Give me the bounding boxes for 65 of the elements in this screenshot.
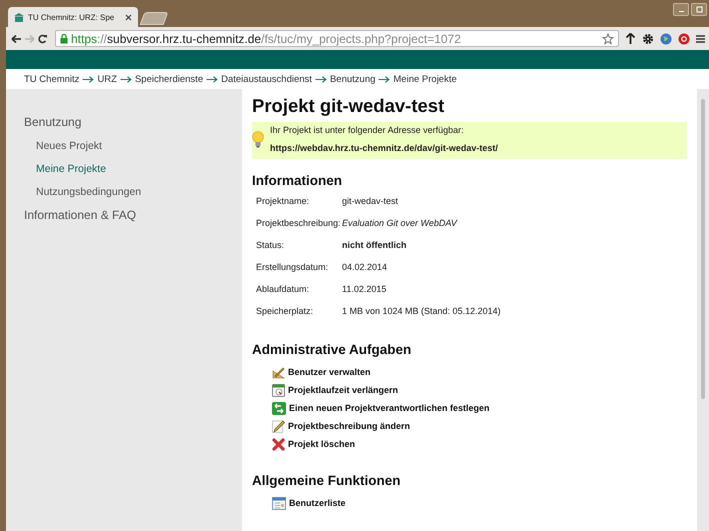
address-bar[interactable]: https://subversor.hrz.tu-chemnitz.de/fs/tuc/my_projects.php?project=1072 — [55, 30, 619, 47]
webdav-url: https://webdav.hrz.tu-chemnitz.de/dav/git-wedav-test/ — [270, 143, 498, 153]
info-label: Projektbeschreibung: — [256, 218, 342, 228]
action-link[interactable]: Projektbeschreibung ändern — [288, 421, 410, 431]
calendar-icon — [272, 384, 285, 396]
lock-icon — [60, 34, 68, 44]
info-value: Evaluation Git over WebDAV — [342, 218, 457, 228]
breadcrumb-link[interactable]: Speicherdienste — [134, 74, 204, 84]
scrollbar[interactable] — [701, 99, 705, 399]
info-label: Status: — [256, 240, 286, 250]
close-icon[interactable] — [125, 14, 132, 20]
browser-tab[interactable]: TU Chemnitz: URZ: Spe — [8, 7, 138, 27]
info-label: Projektname: — [256, 196, 310, 206]
breadcrumb-link[interactable]: Meine Projekte — [393, 74, 457, 84]
maximize-icon — [696, 6, 702, 13]
action-link[interactable]: Projekt löschen — [288, 439, 356, 449]
section-heading: Informationen — [252, 173, 343, 188]
sidebar-subitem[interactable]: Nutzungsbedingungen — [24, 181, 242, 204]
info-label: Erstellungsdatum: — [256, 262, 330, 272]
pencil-ruler-icon — [272, 366, 285, 378]
action-link[interactable]: Benutzerliste — [289, 498, 346, 508]
stop-sign-icon[interactable] — [678, 32, 690, 44]
sidebar-subitem[interactable]: Meine Projekte — [24, 158, 242, 181]
arrow-icon — [82, 76, 94, 82]
info-label: Speicherplatz: — [256, 306, 314, 316]
info-value: 1 MB von 1024 MB (Stand: 05.12.2014) — [342, 306, 501, 316]
new-tab-button[interactable] — [140, 12, 168, 25]
breadcrumb-link[interactable]: Benutzung — [330, 74, 376, 84]
upload-arrow-icon[interactable] — [625, 32, 636, 45]
minimize-button[interactable] — [673, 3, 689, 16]
breadcrumb-link[interactable]: Dateiaustauschdienst — [221, 74, 312, 84]
pencil-icon — [272, 420, 285, 432]
arrow-icon — [120, 76, 132, 82]
info-value: 11.02.2015 — [342, 284, 386, 294]
settings-icon[interactable] — [642, 32, 654, 44]
sidebar-item[interactable]: Benutzung — [24, 111, 242, 133]
lightbulb-icon — [252, 130, 264, 148]
menu-icon[interactable] — [696, 34, 705, 44]
info-value: 04.02.2014 — [342, 262, 388, 272]
back-icon[interactable] — [10, 32, 23, 44]
arrow-icon — [378, 76, 390, 82]
action-link[interactable]: Projektlaufzeit verlängern — [288, 385, 398, 395]
info-value: git-wedav-test — [342, 196, 398, 206]
sidebar-subitem[interactable]: Neues Projekt — [24, 135, 242, 158]
page-title: Projekt git-wedav-test — [252, 95, 446, 117]
info-value: nicht öffentlich — [342, 240, 406, 250]
star-icon[interactable] — [602, 32, 614, 44]
breadcrumb-link[interactable]: TU Chemnitz — [24, 74, 80, 84]
arrow-icon — [206, 76, 218, 82]
delete-icon — [272, 438, 285, 450]
info-label: Ablaufdatum: — [256, 284, 310, 294]
action-link[interactable]: Benutzer verwalten — [288, 367, 371, 377]
section-heading: Allgemeine Funktionen — [252, 473, 402, 488]
reload-icon[interactable] — [36, 32, 49, 44]
breadcrumb-link[interactable]: URZ — [97, 74, 117, 84]
sidebar-item[interactable]: Informationen & FAQ — [24, 204, 242, 226]
building-icon — [14, 12, 24, 22]
action-link[interactable]: Einen neuen Projektverantwortlichen festlegen — [289, 403, 490, 413]
list-window-icon — [272, 496, 286, 510]
notice-text: Ihr Projekt ist unter folgender Adresse verfügbar: — [270, 125, 465, 135]
arrow-icon — [314, 76, 327, 82]
globe-icon[interactable] — [660, 32, 672, 44]
swap-arrows-icon — [272, 402, 286, 414]
maximize-button[interactable] — [691, 3, 707, 16]
section-heading: Administrative Aufgaben — [252, 342, 412, 357]
